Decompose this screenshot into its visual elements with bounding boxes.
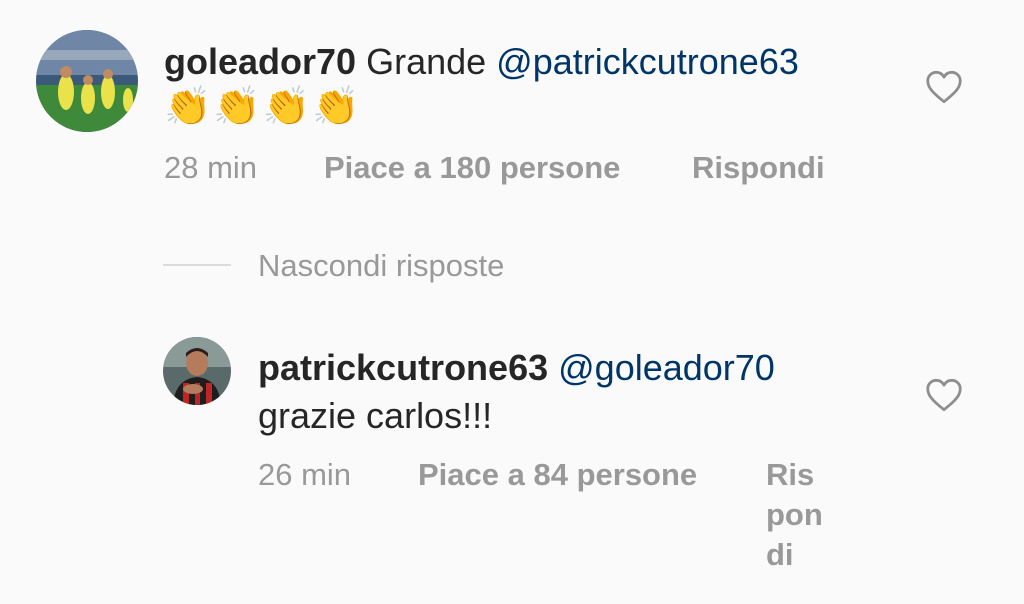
avatar-photo-stadium <box>36 30 138 132</box>
comment-mention[interactable]: @patrickcutrone63 <box>496 41 799 82</box>
comment-body: goleador70 Grande @patrickcutrone63 <box>164 44 799 80</box>
comment-reply-button[interactable]: Rispondi <box>692 152 825 183</box>
reply-like-button[interactable] <box>925 378 963 417</box>
reply-reply-button[interactable]: Rispondi <box>766 455 826 575</box>
avatar-photo-player <box>163 337 231 405</box>
comment-timestamp: 28 min <box>164 150 258 185</box>
reply-text: grazie carlos!!! <box>258 395 493 436</box>
hide-replies-button[interactable]: Nascondi risposte <box>258 250 504 281</box>
avatar-goleador70[interactable] <box>36 30 138 132</box>
comment-likes-link[interactable]: Piace a 180 persone <box>324 152 620 183</box>
reply-likes-link[interactable]: Piace a 84 persone <box>418 459 697 490</box>
thread-divider <box>163 264 231 266</box>
reply-username[interactable]: patrickcutrone63 <box>258 347 548 388</box>
reply-timestamp: 26 min <box>258 457 352 492</box>
avatar-patrickcutrone63[interactable] <box>163 337 231 405</box>
comment-like-button[interactable] <box>925 70 963 109</box>
comment-text: Grande <box>366 41 487 82</box>
reply-header: patrickcutrone63 @goleador70 <box>258 350 775 386</box>
comment-emojis: 👏👏👏👏 <box>164 86 362 128</box>
heart-icon <box>926 70 962 104</box>
reply-mention[interactable]: @goleador70 <box>558 347 775 388</box>
comment-username[interactable]: goleador70 <box>164 41 356 82</box>
heart-icon <box>926 378 962 412</box>
